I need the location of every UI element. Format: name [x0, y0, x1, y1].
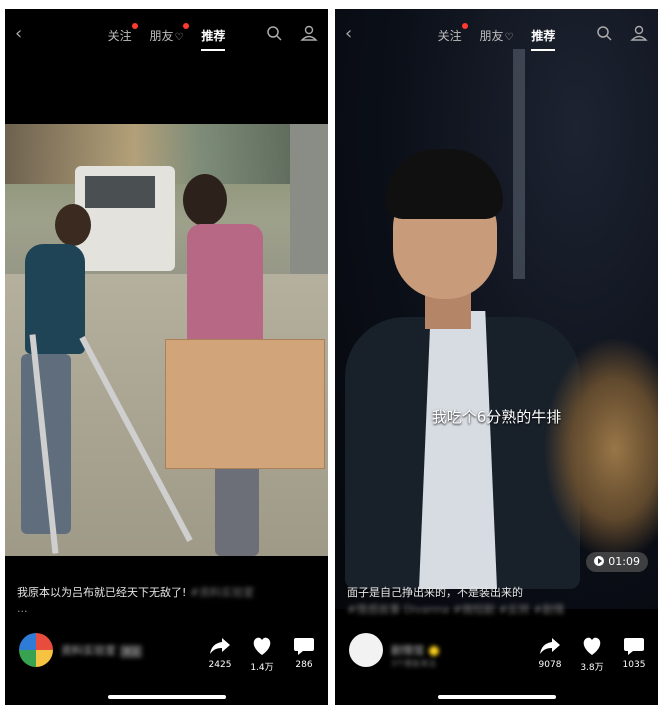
caption-hashtags[interactable]: #资料实验室: [190, 584, 254, 600]
tab-recommend[interactable]: 推荐: [531, 27, 556, 51]
share-count: 2425: [208, 660, 232, 670]
search-icon[interactable]: [595, 24, 613, 42]
duration-text: 01:09: [608, 555, 640, 568]
action-bar: 2425 1.4万 286: [202, 636, 322, 676]
tab-follow-label: 关注: [107, 29, 132, 43]
heart-icon: [583, 637, 601, 655]
feed-screen-right: 我吃个6分熟的牛排 01:09 ‹ 关注 朋友♡ 推荐 面子是自己挣出来的，不是…: [335, 9, 658, 705]
author-name[interactable]: 资料实验室 关注: [61, 642, 142, 658]
tab-friends[interactable]: 朋友♡: [149, 23, 190, 44]
user-icon[interactable]: [630, 24, 648, 42]
comment-icon: [624, 638, 644, 655]
verified-badge-icon: [429, 646, 439, 656]
tab-follow-label: 关注: [437, 29, 462, 43]
tab-friends-label: 朋友: [149, 29, 174, 43]
comment-icon: [294, 638, 314, 655]
caption-text: 我原本以为吕布就已经天下无敌了!: [17, 586, 187, 599]
video-frame-person-crutches: [15, 204, 95, 554]
video-caption[interactable]: 我原本以为吕布就已经天下无敌了! #资料实验室: [17, 584, 254, 600]
tab-friends-label: 朋友: [479, 29, 504, 43]
caption-hashtags[interactable]: #情感故事 Divanna #微短剧 #反转 #剧情: [347, 601, 564, 618]
author-name-text: 剧情馆: [391, 644, 424, 657]
video-player[interactable]: [5, 124, 328, 556]
notification-dot: [183, 23, 190, 29]
tab-recommend-label: 推荐: [201, 29, 226, 43]
share-button[interactable]: 2425: [202, 636, 238, 670]
user-icon[interactable]: [300, 24, 318, 42]
video-caption[interactable]: 面子是自己挣出来的，不是装出来的 #情感故事 Divanna #微短剧 #反转 …: [347, 584, 646, 618]
author-tag: 关注: [120, 644, 142, 658]
comment-button[interactable]: 286: [286, 636, 322, 670]
caption-more[interactable]: ...: [17, 602, 28, 615]
share-arrow-icon: [210, 638, 230, 654]
home-indicator[interactable]: [437, 695, 556, 699]
share-count: 9078: [538, 660, 562, 670]
top-icons: [583, 24, 648, 46]
top-icons: [253, 24, 318, 46]
video-frame-bokeh: [545, 339, 658, 559]
comment-count: 286: [295, 660, 313, 670]
search-icon[interactable]: [265, 24, 283, 42]
author-name-text: 资料实验室: [61, 644, 116, 657]
like-button[interactable]: 1.4万: [244, 636, 280, 673]
tab-follow[interactable]: 关注: [437, 23, 468, 44]
action-bar: 9078 3.8万 1035: [532, 636, 652, 676]
tab-follow[interactable]: 关注: [107, 23, 138, 44]
share-button[interactable]: 9078: [532, 636, 568, 670]
share-arrow-icon: [540, 638, 560, 654]
notification-dot: [461, 23, 468, 29]
tab-friends[interactable]: 朋友♡: [480, 27, 514, 44]
heart-outline-icon: ♡: [504, 32, 514, 43]
heart-outline-icon: ♡: [174, 32, 184, 43]
video-player[interactable]: 我吃个6分熟的牛排 01:09: [335, 9, 658, 609]
top-bar: ‹ 关注 朋友♡ 推荐: [5, 9, 328, 59]
tab-recommend[interactable]: 推荐: [201, 27, 226, 51]
video-frame-cardboard: [165, 339, 325, 469]
tab-recommend-label: 推荐: [531, 29, 556, 43]
caption-text: 面子是自己挣出来的，不是装出来的: [347, 586, 523, 599]
heart-icon: [253, 637, 271, 655]
home-indicator[interactable]: [107, 695, 226, 699]
author-subtitle: 3个朋友关注: [391, 659, 437, 668]
top-bar: ‹ 关注 朋友♡ 推荐: [335, 9, 658, 59]
notification-dot: [131, 23, 138, 29]
comment-button[interactable]: 1035: [616, 636, 652, 670]
like-count: 3.8万: [580, 663, 604, 673]
video-duration-badge[interactable]: 01:09: [586, 552, 648, 572]
like-button[interactable]: 3.8万: [574, 636, 610, 673]
author-name[interactable]: 剧情馆: [391, 642, 439, 658]
avatar[interactable]: [19, 633, 53, 667]
comment-count: 1035: [622, 660, 646, 670]
feed-screen-left: ‹ 关注 朋友♡ 推荐 我原本以为吕布就已经天下无敌了! #资料实验室 ...: [5, 9, 328, 705]
play-icon: [594, 556, 605, 566]
avatar[interactable]: [349, 633, 383, 667]
like-count: 1.4万: [250, 663, 274, 673]
video-subtitle: 我吃个6分熟的牛排: [431, 408, 562, 426]
